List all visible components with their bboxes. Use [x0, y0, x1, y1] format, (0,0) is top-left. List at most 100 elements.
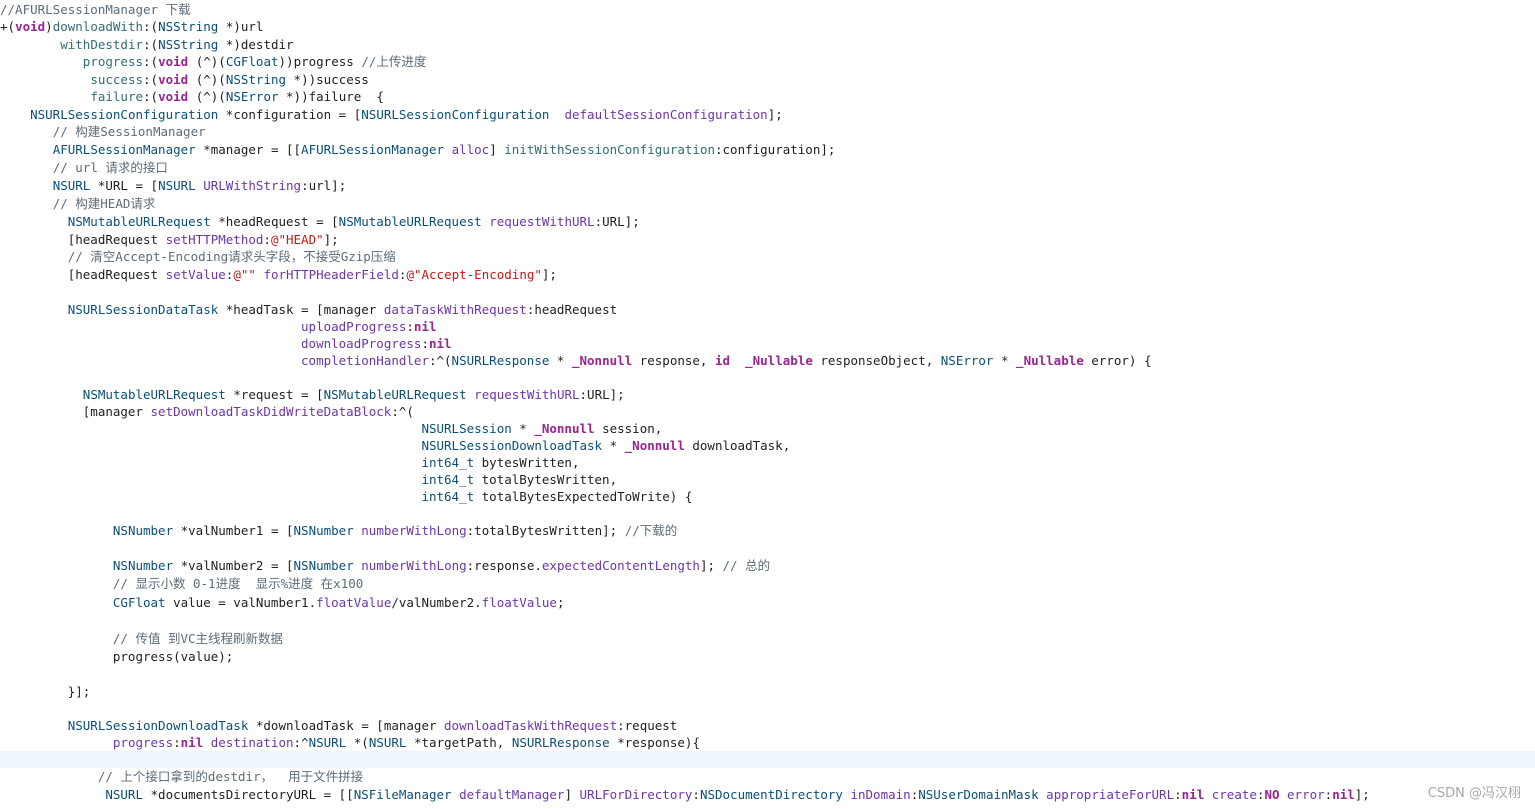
code-token-lib: downloadWith — [52, 19, 144, 34]
code-line[interactable]: NSNumber *valNumber2 = [NSNumber numberW… — [0, 557, 1535, 574]
code-line[interactable]: // 传值 到VC主线程刷新数据 — [0, 630, 1535, 647]
code-token-plain: *valNumber1 = [ — [173, 523, 294, 538]
code-line[interactable]: CGFloat value = valNumber1.floatValue/va… — [0, 594, 1535, 611]
code-token-type: NSString — [158, 19, 219, 34]
code-token-plain: * — [602, 438, 625, 453]
code-line[interactable]: success:(void (^)(NSString *))success — [0, 71, 1535, 88]
code-token-method: completionHandler — [301, 353, 429, 368]
code-line[interactable]: NSNumber *valNumber1 = [NSNumber numberW… — [0, 522, 1535, 539]
code-token-plain: *response){ — [609, 735, 700, 750]
code-line[interactable] — [0, 666, 1535, 683]
code-line[interactable]: NSURLSession * _Nonnull session, — [0, 420, 1535, 437]
code-line[interactable] — [0, 700, 1535, 717]
code-token-comment: // 构建HEAD请求 — [52, 196, 156, 211]
code-line[interactable]: withDestdir:(NSString *)destdir — [0, 36, 1535, 53]
code-token-plain: error) { — [1083, 353, 1152, 368]
code-token-type: int64_t — [421, 455, 475, 470]
code-token-plain: ; — [556, 595, 565, 610]
code-line[interactable]: NSURL *URL = [NSURL URLWithString:url]; — [0, 177, 1535, 194]
code-token-method: alloc — [451, 142, 490, 157]
code-line[interactable]: int64_t totalBytesWritten, — [0, 471, 1535, 488]
code-line[interactable] — [0, 540, 1535, 557]
code-token-plain: (^)( — [188, 89, 226, 104]
code-token-keyword: void — [15, 19, 46, 34]
code-line[interactable]: NSURLSessionDataTask *headTask = [manage… — [0, 301, 1535, 318]
code-token-method: URLForDirectory — [579, 787, 693, 802]
code-token-method: forHTTPHeaderField — [263, 267, 399, 282]
code-line[interactable]: int64_t totalBytesExpectedToWrite) { — [0, 488, 1535, 505]
code-token-keyword: nil — [1181, 787, 1205, 802]
code-line[interactable]: failure:(void (^)(NSError *))failure { — [0, 88, 1535, 105]
code-line[interactable]: progress:(void (^)(CGFloat))progress //上… — [0, 53, 1535, 70]
code-line[interactable] — [0, 370, 1535, 387]
code-line[interactable]: NSMutableURLRequest *headRequest = [NSMu… — [0, 213, 1535, 230]
code-token-plain: *URL = [ — [90, 178, 159, 193]
code-token-type: NSString — [158, 37, 219, 52]
code-line[interactable]: [manager setDownloadTaskDidWriteDataBloc… — [0, 403, 1535, 420]
code-token-type: CGFloat — [112, 595, 166, 610]
code-token-keyword: _Nonnull — [534, 421, 595, 436]
code-line[interactable]: }]; — [0, 683, 1535, 700]
code-line[interactable]: +(void)downloadWith:(NSString *)url — [0, 18, 1535, 35]
code-token-plain: ] — [564, 787, 580, 802]
code-line[interactable]: NSURL *documentsDirectoryURL = [[NSFileM… — [0, 786, 1535, 803]
code-line[interactable] — [0, 284, 1535, 301]
code-editor[interactable]: //AFURLSessionManager 下载 +(void)downloadW… — [0, 0, 1535, 809]
code-line[interactable]: // 构建HEAD请求 — [0, 195, 1535, 212]
code-line[interactable]: // 构建SessionManager — [0, 123, 1535, 140]
code-line[interactable]: NSMutableURLRequest *request = [NSMutabl… — [0, 386, 1535, 403]
code-token-method: floatValue — [316, 595, 392, 610]
code-line[interactable]: uploadProgress:nil — [0, 318, 1535, 335]
code-token-plain: *manager = [[ — [195, 142, 302, 157]
code-line[interactable]: AFURLSessionManager *manager = [[AFURLSe… — [0, 141, 1535, 158]
code-line[interactable]: NSURLSessionConfiguration *configuration… — [0, 106, 1535, 123]
code-line[interactable] — [0, 505, 1535, 522]
code-line[interactable]: NSURLSessionDownloadTask * _Nonnull down… — [0, 437, 1535, 454]
code-line[interactable]: NSURLSessionDownloadTask *downloadTask =… — [0, 717, 1535, 734]
code-token-type: int64_t — [421, 489, 475, 504]
code-line[interactable]: // 上个接口拿到的destdir， 用于文件拼接 — [0, 768, 1535, 785]
code-line[interactable]: // 清空Accept-Encoding请求头字段，不接受Gzip压缩 — [0, 248, 1535, 265]
code-token-plain: *valNumber2 = [ — [173, 558, 294, 573]
code-token-plain: * — [549, 353, 572, 368]
code-token-method: downloadTaskWithRequest — [444, 718, 618, 733]
code-token-method: uploadProgress — [301, 319, 407, 334]
code-token-method: numberWithLong — [361, 523, 467, 538]
code-token-plain: :headRequest — [526, 302, 618, 317]
code-line[interactable]: downloadProgress:nil — [0, 335, 1535, 352]
code-token-type: NSURL — [105, 787, 143, 802]
code-token-keyword: nil — [180, 735, 204, 750]
code-line[interactable]: //AFURLSessionManager 下载 — [0, 1, 1535, 18]
code-token-plain: :response. — [466, 558, 542, 573]
code-line[interactable] — [0, 612, 1535, 629]
code-token-plain: *)url — [218, 19, 264, 34]
code-line[interactable]: progress(value); — [0, 648, 1535, 665]
code-line[interactable]: int64_t bytesWritten, — [0, 454, 1535, 471]
code-token-plain: [headRequest — [0, 267, 166, 282]
code-line[interactable]: // 显示小数 0-1进度 显示%进度 在x100 — [0, 575, 1535, 592]
code-token-lib: failure — [90, 89, 143, 104]
code-token-plain: :( — [143, 89, 159, 104]
code-line[interactable]: completionHandler:^(NSURLResponse * _Non… — [0, 352, 1535, 369]
code-token-plain: : — [263, 232, 271, 247]
watermark: CSDN @冯汉栩 — [1427, 786, 1521, 801]
code-line[interactable]: [headRequest setValue:@"" forHTTPHeaderF… — [0, 266, 1535, 283]
code-line[interactable]: [headRequest setHTTPMethod:@"HEAD"]; — [0, 231, 1535, 248]
code-line[interactable]: // url 请求的接口 — [0, 159, 1535, 176]
code-token-keyword: void — [158, 89, 189, 104]
code-token-type: NSMutableURLRequest — [82, 387, 226, 402]
code-line-current[interactable] — [0, 751, 1535, 768]
code-token-plain: ]; — [767, 107, 783, 122]
code-line[interactable]: progress:nil destination:^NSURL *(NSURL … — [0, 734, 1535, 751]
code-token-plain: :( — [143, 37, 159, 52]
